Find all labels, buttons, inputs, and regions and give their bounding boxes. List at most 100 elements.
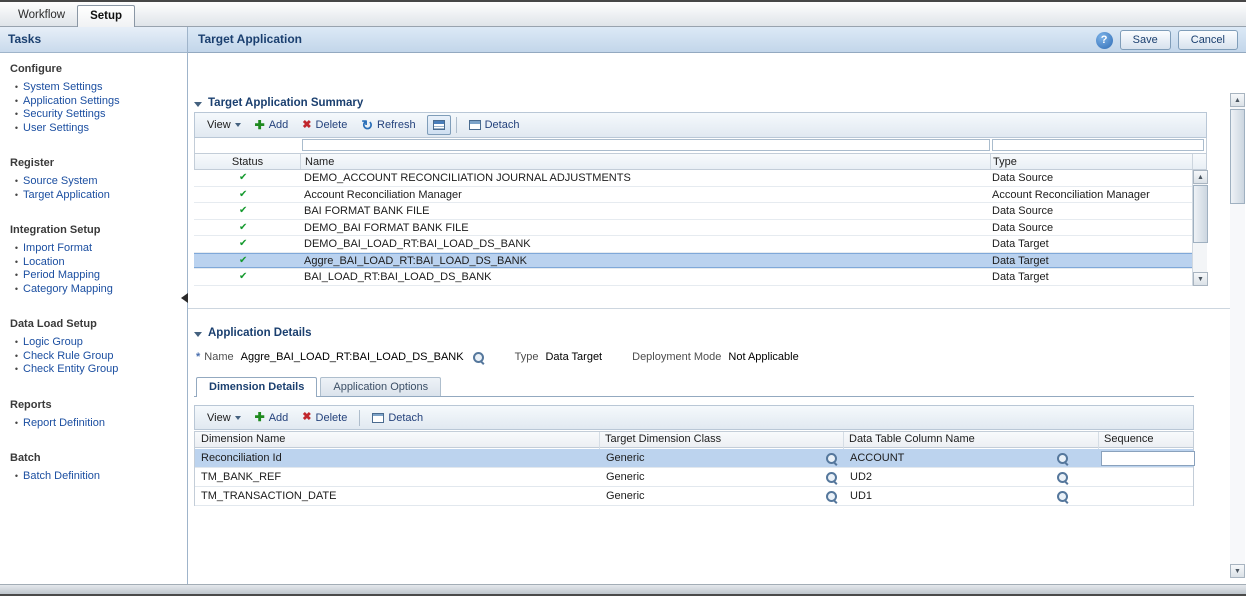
summary-refresh-button[interactable]: ↻ Refresh [354,117,422,133]
summary-detach-button[interactable]: Detach [462,117,527,133]
sidebar-item-security-settings[interactable]: •Security Settings [10,108,183,122]
collapse-triangle-icon[interactable] [194,332,202,337]
search-icon[interactable] [1056,452,1069,465]
dimension-row[interactable]: TM_BANK_REF Generic UD2 [195,468,1193,487]
details-view-menu-button[interactable]: View [200,410,248,426]
tab-setup[interactable]: Setup [77,5,135,27]
details-add-button[interactable]: ✚ Add [248,410,296,426]
scroll-down-button[interactable]: ▼ [1193,272,1208,286]
sidebar-item-period-mapping[interactable]: •Period Mapping [10,269,183,283]
name-search-icon[interactable] [472,351,485,364]
scroll-up-button[interactable]: ▲ [1230,93,1245,107]
status-ok-icon: ✔ [239,271,247,282]
row-name: DEMO_ACCOUNT RECONCILIATION JOURNAL ADJU… [304,172,631,184]
details-delete-button[interactable]: ✖ Delete [295,410,354,426]
sidebar-item-import-format[interactable]: •Import Format [10,242,183,256]
search-icon[interactable] [1056,471,1069,484]
table-row[interactable]: ✔DEMO_BAI_LOAD_RT:BAI_LOAD_DS_BANKData T… [194,236,1192,253]
sidebar-item-label: Security Settings [23,108,106,122]
column-header-dimension-name[interactable]: Dimension Name [201,432,285,447]
sidebar-item-report-definition[interactable]: •Report Definition [10,417,183,431]
splitter-collapse-icon[interactable] [181,293,188,303]
status-ok-icon: ✔ [239,205,247,216]
tab-workflow[interactable]: Workflow [6,5,77,26]
summary-add-button[interactable]: ✚ Add [248,117,296,133]
scrollbar-thumb[interactable] [1230,109,1245,204]
data-table-column-cell[interactable]: UD1 [844,487,1069,505]
table-row[interactable]: ✔Aggre_BAI_LOAD_RT:BAI_LOAD_DS_BANKData … [194,253,1192,270]
sidebar-section-reports: Reports•Report Definition [10,399,183,431]
bullet-icon: • [10,283,23,297]
tab-dimension-details[interactable]: Dimension Details [196,377,317,397]
row-type: Data Target [992,255,1049,267]
sidebar-item-logic-group[interactable]: •Logic Group [10,336,183,350]
table-row[interactable]: ✔DEMO_ACCOUNT RECONCILIATION JOURNAL ADJ… [194,170,1192,187]
target-dimension-class-cell[interactable]: Generic [600,487,838,505]
status-ok-icon: ✔ [239,189,247,200]
search-icon[interactable] [825,471,838,484]
scroll-up-button[interactable]: ▲ [1193,170,1208,184]
table-row[interactable]: ✔BAI FORMAT BANK FILEData Source [194,203,1192,220]
summary-delete-button[interactable]: ✖ Delete [295,117,354,133]
add-label: Add [269,119,289,131]
type-filter-input[interactable] [992,139,1204,151]
table-row[interactable]: ✔DEMO_BAI FORMAT BANK FILEData Source [194,220,1192,237]
sidebar-item-category-mapping[interactable]: •Category Mapping [10,283,183,297]
details-section-title: Application Details [208,327,312,339]
table-row[interactable]: ✔BAI_LOAD_RT:BAI_LOAD_DS_BANKData Target [194,269,1192,286]
search-icon[interactable] [1056,490,1069,503]
table-row[interactable]: ✔Account Reconciliation ManagerAccount R… [194,187,1192,204]
delete-icon: ✖ [302,120,311,131]
sequence-input[interactable] [1101,451,1195,466]
query-by-example-button[interactable] [427,115,451,135]
dimension-name-cell: TM_BANK_REF [201,468,591,486]
sidebar-item-check-entity-group[interactable]: •Check Entity Group [10,363,183,377]
bullet-icon: • [10,350,23,364]
sidebar-item-application-settings[interactable]: •Application Settings [10,95,183,109]
sidebar-item-check-rule-group[interactable]: •Check Rule Group [10,350,183,364]
main-scrollbar[interactable]: ▲ ▼ [1230,93,1245,578]
summary-view-menu-button[interactable]: View [200,117,248,133]
sidebar-item-user-settings[interactable]: •User Settings [10,122,183,136]
bullet-icon: • [10,175,23,189]
refresh-label: Refresh [377,119,416,131]
dimension-row[interactable]: Reconciliation IdGenericACCOUNT [195,449,1193,468]
target-dimension-class-cell[interactable]: Generic [600,449,838,467]
scroll-down-button[interactable]: ▼ [1230,564,1245,578]
column-header-target-dimension-class[interactable]: Target Dimension Class [605,432,721,447]
column-separator [300,154,301,169]
sidebar-item-target-application[interactable]: •Target Application [10,189,183,203]
column-header-data-table-column-name[interactable]: Data Table Column Name [849,432,975,447]
help-icon[interactable]: ? [1096,32,1113,49]
data-table-column-cell[interactable]: UD2 [844,468,1069,486]
name-filter-input[interactable] [302,139,990,151]
collapse-triangle-icon[interactable] [194,102,202,107]
data-table-column-cell[interactable]: ACCOUNT [844,449,1069,467]
summary-table-scrollbar[interactable]: ▲ ▼ [1192,170,1207,286]
sidebar-item-source-system[interactable]: •Source System [10,175,183,189]
column-header-sequence[interactable]: Sequence [1104,432,1154,447]
search-icon[interactable] [825,452,838,465]
dimension-row[interactable]: TM_TRANSACTION_DATEGenericUD1 [195,487,1193,506]
horizontal-scrollbar-track[interactable] [0,584,1246,594]
column-header-name[interactable]: Name [305,154,334,170]
sidebar-item-location[interactable]: •Location [10,256,183,270]
sidebar-item-label: User Settings [23,122,89,136]
column-header-type[interactable]: Type [993,154,1017,170]
cancel-button[interactable]: Cancel [1178,30,1238,50]
panel-splitter[interactable] [188,308,1230,313]
column-header-status[interactable]: Status [195,154,300,170]
scrollbar-thumb[interactable] [1193,185,1208,243]
details-detach-button[interactable]: Detach [365,410,430,426]
cell-value: Generic [606,490,645,502]
sidebar-item-batch-definition[interactable]: •Batch Definition [10,470,183,484]
search-icon[interactable] [825,490,838,503]
bullet-icon: • [10,470,23,484]
bullet-icon: • [10,417,23,431]
tab-application-options[interactable]: Application Options [320,377,441,396]
target-dimension-class-cell[interactable]: Generic [600,468,838,486]
status-ok-icon: ✔ [239,238,247,249]
status-ok-icon: ✔ [239,255,247,266]
sidebar-item-system-settings[interactable]: •System Settings [10,81,183,95]
save-button[interactable]: Save [1120,30,1171,50]
